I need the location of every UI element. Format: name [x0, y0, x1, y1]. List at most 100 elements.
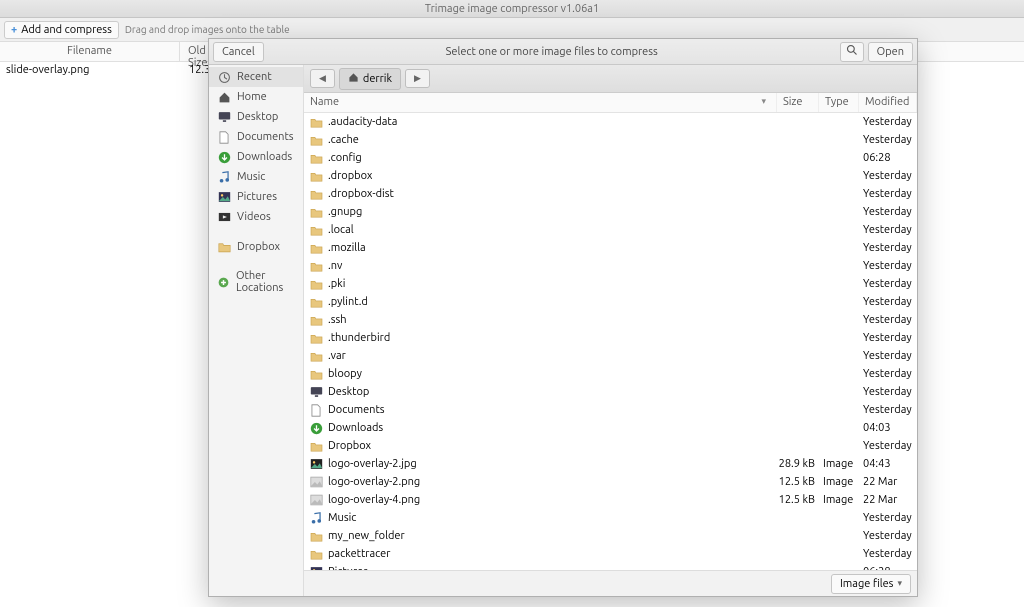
file-modified: Yesterday [859, 296, 917, 308]
file-row[interactable]: .varYesterday [304, 347, 917, 365]
file-name: .dropbox-dist [328, 188, 777, 200]
file-name: logo-overlay-2.jpg [328, 458, 777, 470]
folder-icon [308, 243, 324, 254]
file-modified: 22 Mar [859, 494, 917, 506]
file-row[interactable]: .thunderbirdYesterday [304, 329, 917, 347]
file-modified: Yesterday [859, 260, 917, 272]
video-icon [217, 210, 231, 224]
folder-icon [308, 225, 324, 236]
folder-icon [308, 549, 324, 560]
file-name: bloopy [328, 368, 777, 380]
file-modified: Yesterday [859, 350, 917, 362]
file-type: Image [819, 458, 859, 470]
file-row[interactable]: logo-overlay-4.png12.5 kBImage22 Mar [304, 491, 917, 509]
sidebar-separator [209, 227, 303, 237]
sidebar-item-label: Pictures [237, 191, 277, 203]
file-modified: 04:43 [859, 458, 917, 470]
file-list[interactable]: .audacity-dataYesterday.cacheYesterday.c… [304, 113, 917, 570]
file-row[interactable]: bloopyYesterday [304, 365, 917, 383]
file-name: .nv [328, 260, 777, 272]
path-forward-button[interactable]: ▶ [405, 69, 430, 88]
file-row[interactable]: Pictures06:28 [304, 563, 917, 570]
file-row[interactable]: .gnupg Yesterday [304, 203, 917, 221]
file-modified: Yesterday [859, 314, 917, 326]
folder-icon [308, 135, 324, 146]
file-row[interactable]: .mozillaYesterday [304, 239, 917, 257]
file-name: logo-overlay-4.png [328, 494, 777, 506]
dialog-status-bar: Image files ▾ [304, 570, 917, 596]
dropbox-icon [217, 240, 231, 254]
file-row[interactable]: .localYesterday [304, 221, 917, 239]
file-modified: Yesterday [859, 224, 917, 236]
folder-icon [308, 117, 324, 128]
file-row[interactable]: .pylint.dYesterday [304, 293, 917, 311]
col-header-size[interactable]: Size [777, 93, 819, 112]
sidebar-item-pictures[interactable]: Pictures [209, 187, 303, 207]
open-label: Open [877, 46, 904, 58]
file-modified: Yesterday [859, 512, 917, 524]
col-header-name[interactable]: Name ▾ [304, 93, 777, 112]
file-row[interactable]: Downloads04:03 [304, 419, 917, 437]
file-type: Image [819, 476, 859, 488]
file-name: packettracer [328, 548, 777, 560]
file-row[interactable]: DropboxYesterday [304, 437, 917, 455]
file-modified: Yesterday [859, 332, 917, 344]
sidebar-item-music[interactable]: Music [209, 167, 303, 187]
file-row[interactable]: my_new_folderYesterday [304, 527, 917, 545]
file-row[interactable]: Music Yesterday [304, 509, 917, 527]
clock-icon [217, 70, 231, 84]
file-name: .dropbox [328, 170, 777, 182]
col-header-type[interactable]: Type [819, 93, 859, 112]
main-titlebar: Trimage image compressor v1.06a1 [0, 0, 1024, 18]
file-row[interactable]: .config06:28 [304, 149, 917, 167]
file-name: my_new_folder [328, 530, 777, 542]
file-row[interactable]: .sshYesterday [304, 311, 917, 329]
file-row[interactable]: .dropboxYesterday [304, 167, 917, 185]
sidebar-item-other-locations[interactable]: Other Locations [209, 267, 303, 297]
sidebar-item-videos[interactable]: Videos [209, 207, 303, 227]
file-row[interactable]: DesktopYesterday [304, 383, 917, 401]
sidebar-item-dropbox[interactable]: Dropbox [209, 237, 303, 257]
music-icon [217, 170, 231, 184]
open-button[interactable]: Open [868, 42, 913, 62]
folder-icon [308, 441, 324, 452]
file-chooser-dialog: Cancel Select one or more image files to… [208, 38, 918, 597]
file-row[interactable]: .dropbox-distYesterday [304, 185, 917, 203]
file-row[interactable]: logo-overlay-2.png12.5 kBImage22 Mar [304, 473, 917, 491]
file-filter-dropdown[interactable]: Image files ▾ [831, 574, 911, 594]
file-row[interactable]: logo-overlay-2.jpg28.9 kBImage04:43 [304, 455, 917, 473]
search-button[interactable] [840, 42, 864, 62]
file-row[interactable]: .pkiYesterday [304, 275, 917, 293]
file-name: .cache [328, 134, 777, 146]
add-compress-button[interactable]: + Add and compress [4, 21, 119, 39]
sidebar-item-recent[interactable]: Recent [209, 67, 303, 87]
sidebar-item-desktop[interactable]: Desktop [209, 107, 303, 127]
sidebar-item-downloads[interactable]: Downloads [209, 147, 303, 167]
file-name: Music [328, 512, 777, 524]
home-icon [348, 72, 359, 86]
bg-col-filename[interactable]: Filename [0, 42, 180, 61]
file-modified: Yesterday [859, 206, 917, 218]
file-row[interactable]: DocumentsYesterday [304, 401, 917, 419]
chevron-right-icon: ▶ [414, 73, 421, 84]
file-size: 28.9 kB [777, 458, 819, 470]
path-back-button[interactable]: ◀ [310, 69, 335, 88]
sidebar-item-label: Documents [237, 131, 294, 143]
chevron-down-icon: ▾ [897, 578, 902, 589]
file-row[interactable]: .audacity-dataYesterday [304, 113, 917, 131]
file-row[interactable]: packettracerYesterday [304, 545, 917, 563]
file-name: .gnupg [328, 206, 777, 218]
folder-icon [308, 315, 324, 326]
sidebar-item-documents[interactable]: Documents [209, 127, 303, 147]
home-icon [217, 90, 231, 104]
file-name: Dropbox [328, 440, 777, 452]
cancel-label: Cancel [222, 46, 255, 58]
col-header-modified[interactable]: Modified [859, 93, 917, 112]
file-row[interactable]: .nv Yesterday [304, 257, 917, 275]
cancel-button[interactable]: Cancel [213, 42, 264, 62]
dialog-title: Select one or more image files to compre… [264, 46, 840, 58]
file-row[interactable]: .cacheYesterday [304, 131, 917, 149]
folder-icon [308, 153, 324, 164]
path-segment-home[interactable]: derrik [339, 68, 401, 90]
sidebar-item-home[interactable]: Home [209, 87, 303, 107]
